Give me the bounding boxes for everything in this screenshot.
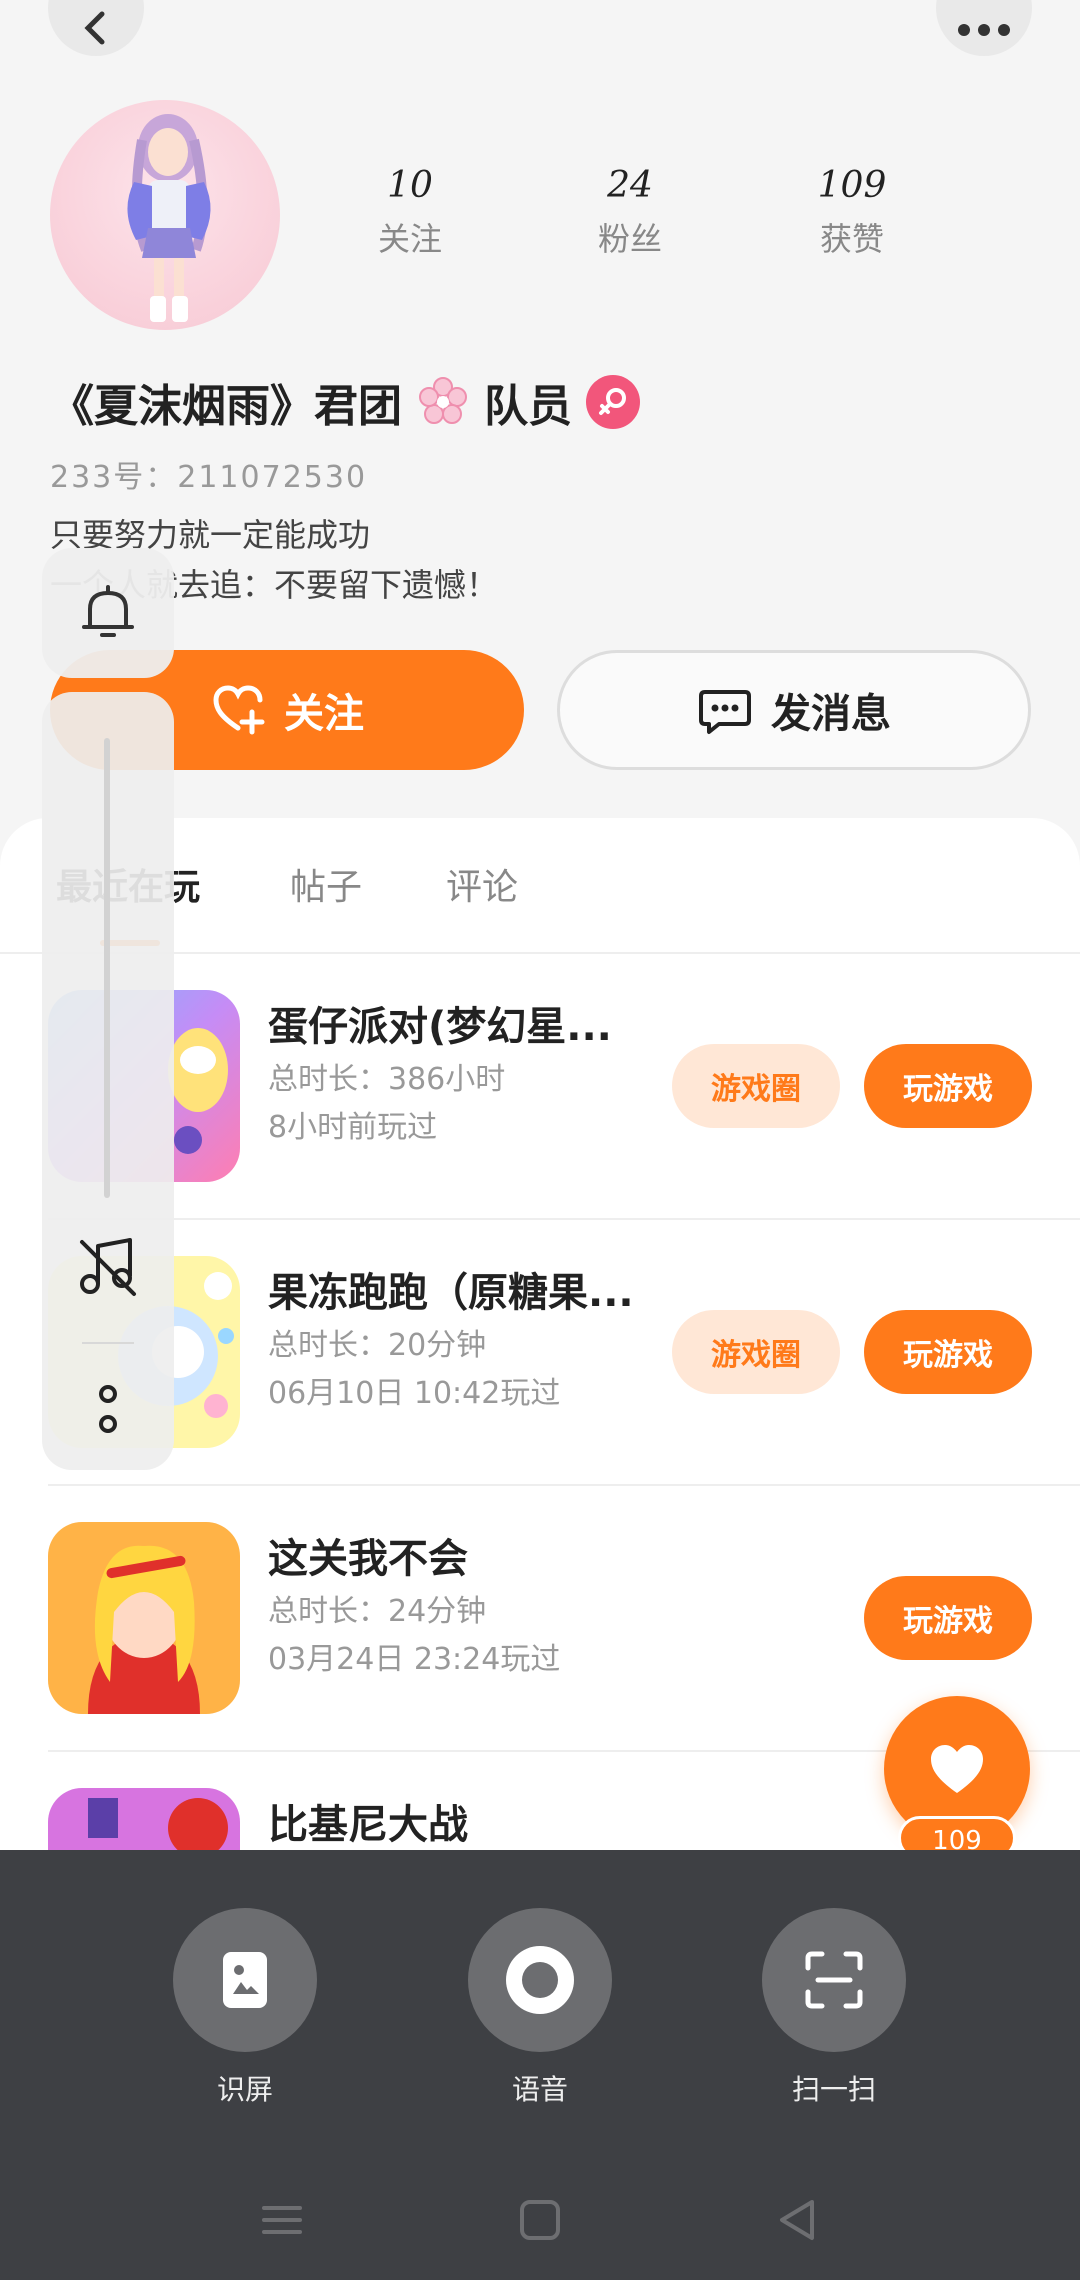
- message-button[interactable]: 发消息: [557, 650, 1031, 770]
- game-last-played: 03月24日 23:24玩过: [268, 1642, 561, 1677]
- stat-label: 获赞: [819, 220, 884, 258]
- username-prefix: 《夏沫烟雨》君团: [50, 381, 402, 432]
- floating-side-panel: [42, 692, 174, 1470]
- back-button[interactable]: [48, 0, 144, 56]
- notification-button[interactable]: [42, 548, 174, 678]
- stat-following[interactable]: 10 关注: [330, 165, 490, 260]
- home-icon[interactable]: [510, 2190, 570, 2250]
- game-art: [48, 1522, 240, 1714]
- divider: [82, 1342, 134, 1344]
- game-circle-button[interactable]: 游戏圈: [672, 1310, 840, 1394]
- scan-button[interactable]: [762, 1908, 906, 2052]
- stat-value: 10: [387, 165, 433, 206]
- more-button[interactable]: [936, 0, 1032, 56]
- game-name: 比基尼大战: [268, 1802, 468, 1848]
- chevron-left-icon: [84, 11, 105, 45]
- game-name: 果冻跑跑（原糖果...: [268, 1270, 634, 1316]
- message-label: 发消息: [771, 691, 891, 737]
- stat-followers[interactable]: 24 粉丝: [550, 165, 710, 260]
- user-id: 233号：211072530: [50, 460, 368, 495]
- avatar[interactable]: [50, 100, 280, 330]
- stat-label: 粉丝: [597, 220, 662, 258]
- action-label: 识屏: [216, 2073, 273, 2106]
- tab-posts[interactable]: 帖子: [290, 858, 362, 910]
- game-duration: 总时长：20分钟: [268, 1328, 487, 1363]
- screen-recognize-button[interactable]: [173, 1908, 317, 2052]
- heart-plus-icon: [213, 685, 265, 735]
- username-suffix: 队员: [484, 381, 572, 432]
- heart-icon: [931, 1745, 983, 1793]
- more-dots-icon: [958, 24, 1010, 36]
- screen-recognize-icon: [223, 1952, 267, 2008]
- game-name: 这关我不会: [268, 1536, 468, 1582]
- play-game-button[interactable]: 玩游戏: [864, 1576, 1032, 1660]
- game-duration: 总时长：24分钟: [268, 1594, 487, 1629]
- menu-icon[interactable]: [252, 2190, 312, 2250]
- play-game-button[interactable]: 玩游戏: [864, 1310, 1032, 1394]
- username: 《夏沫烟雨》君团 队员: [50, 370, 640, 434]
- stat-value: 109: [817, 165, 887, 206]
- screen-recognize-action[interactable]: 识屏: [173, 1908, 317, 2108]
- game-name: 蛋仔派对(梦幻星...: [268, 1004, 612, 1050]
- stat-label: 关注: [377, 220, 442, 258]
- volume-slider[interactable]: [104, 738, 110, 1198]
- game-last-played: 8小时前玩过: [268, 1110, 438, 1145]
- gender-badge: [586, 375, 640, 429]
- system-navigation-bar: [0, 2160, 1080, 2280]
- game-duration: 总时长：386小时: [268, 1062, 506, 1097]
- tab-comments[interactable]: 评论: [446, 858, 518, 910]
- music-off-icon[interactable]: [74, 1232, 142, 1300]
- scan-action[interactable]: 扫一扫: [762, 1908, 906, 2108]
- game-thumbnail[interactable]: [48, 1522, 240, 1714]
- chat-bubble-icon: [699, 690, 751, 734]
- avatar-illustration: [127, 114, 211, 322]
- stat-likes[interactable]: 109 获赞: [772, 165, 932, 260]
- action-label: 语音: [511, 2073, 568, 2106]
- more-vertical-icon[interactable]: [90, 1380, 126, 1440]
- voice-action[interactable]: 语音: [468, 1908, 612, 2108]
- voice-icon: [506, 1946, 574, 2014]
- stat-value: 24: [607, 165, 653, 206]
- female-icon: [599, 388, 626, 415]
- follow-label: 关注: [284, 691, 364, 737]
- flower-icon: [419, 377, 467, 424]
- scan-icon: [805, 1951, 863, 2009]
- profile-stats: 10 关注 24 粉丝 109 获赞: [330, 165, 1030, 265]
- game-last-played: 06月10日 10:42玩过: [268, 1376, 561, 1411]
- game-circle-button[interactable]: 游戏圈: [672, 1044, 840, 1128]
- bell-icon: [82, 585, 134, 637]
- action-label: 扫一扫: [791, 2073, 876, 2106]
- back-icon[interactable]: [768, 2190, 828, 2250]
- voice-button[interactable]: [468, 1908, 612, 2052]
- play-game-button[interactable]: 玩游戏: [864, 1044, 1032, 1128]
